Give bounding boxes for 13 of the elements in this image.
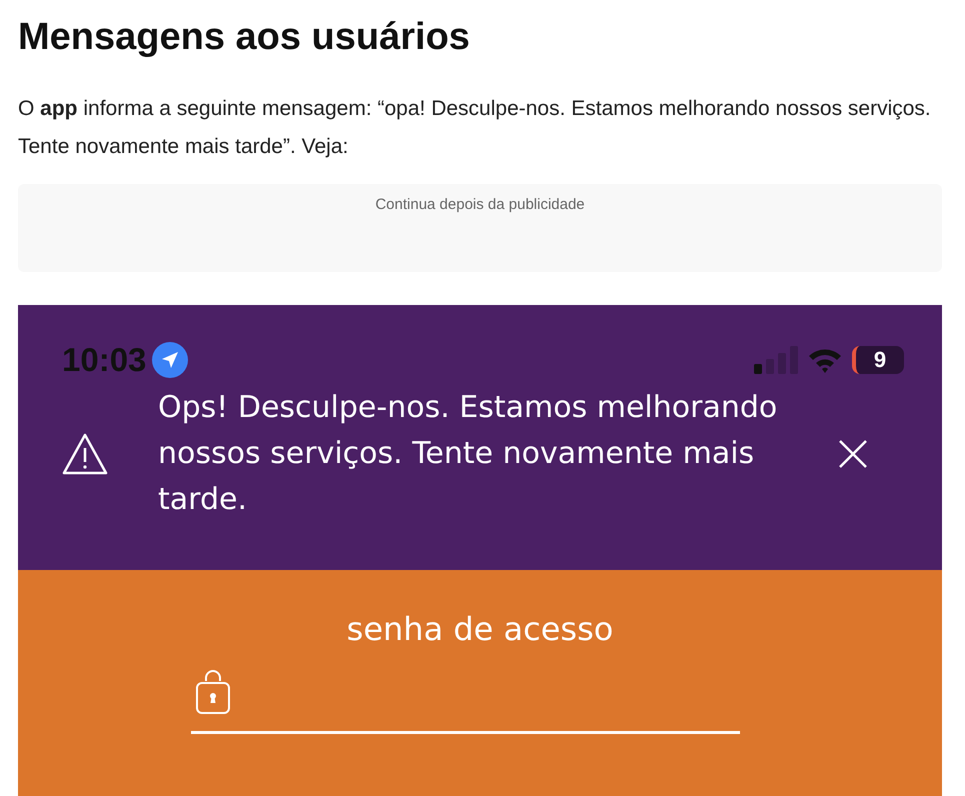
wifi-icon xyxy=(808,347,842,373)
alert-message: Ops! Desculpe-nos. Estamos melhorando nossos serviços. Tente novamente mais tarde. xyxy=(158,389,778,519)
article-paragraph: O app informa a seguinte mensagem: “opa! Desculpe-nos. Estamos melhorando nossos serviços. Tente novamente mais tarde”. Veja: xyxy=(18,96,932,160)
warning-icon xyxy=(62,433,108,475)
password-label: senha de acesso xyxy=(346,610,614,650)
ad-notice: Continua depois da publicidade xyxy=(375,196,585,215)
password-field[interactable] xyxy=(190,668,740,734)
close-icon[interactable] xyxy=(838,439,868,469)
battery-indicator: 9 xyxy=(852,346,904,374)
padlock-icon xyxy=(194,668,230,714)
status-time: 10:03 xyxy=(62,341,146,379)
article-heading: Mensagens aos usuários xyxy=(18,15,471,60)
signal-icon xyxy=(754,346,798,374)
